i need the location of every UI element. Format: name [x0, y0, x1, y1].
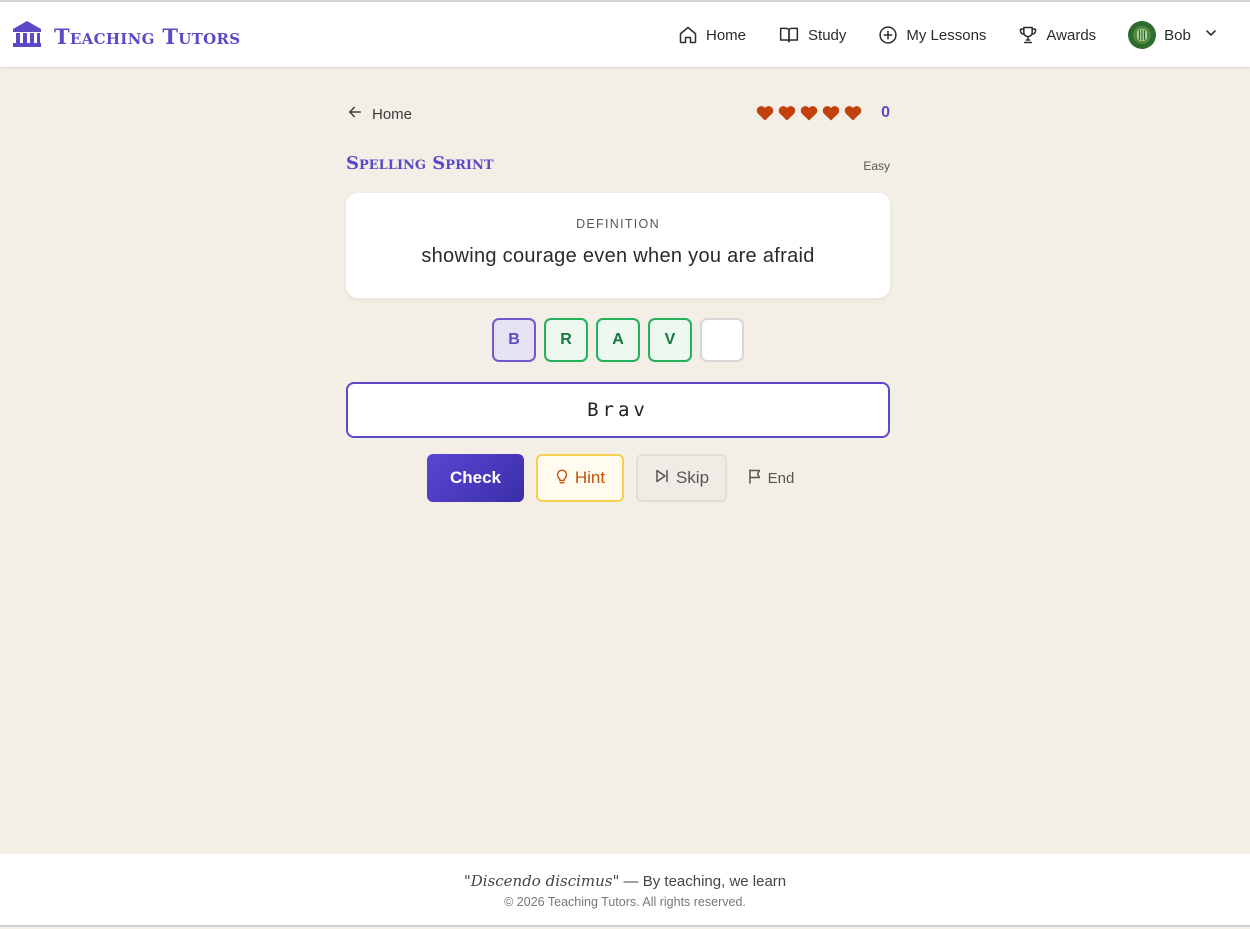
footer-motto: "Discendo discimus" — By teaching, we le… [0, 872, 1250, 890]
letter-tile: R [544, 318, 588, 362]
hint-label: Hint [574, 468, 606, 487]
heart-icon [822, 105, 840, 126]
nav-item-label: My Lessons [906, 26, 987, 44]
footer: "Discendo discimus" — By teaching, we le… [0, 854, 1250, 927]
skip-button[interactable]: Skip [636, 454, 727, 502]
letter-tile: V [648, 318, 692, 362]
copyright: © 2026 Teaching Tutors. All rights reser… [504, 895, 746, 909]
book-open-icon [778, 25, 800, 45]
lives [756, 105, 862, 126]
nav-item-home[interactable]: Home [678, 25, 746, 45]
difficulty-label: Easy [863, 159, 890, 173]
nav-item-label: Home [706, 26, 747, 44]
flag-icon [748, 468, 762, 488]
main-nav: Home Study My Lessons Awards Bob [678, 19, 1217, 51]
heart-icon [844, 105, 862, 126]
skip-label: Skip [675, 468, 710, 487]
bank-icon [12, 20, 42, 53]
avatar [1128, 21, 1157, 49]
nav-item-awards[interactable]: Awards [1018, 25, 1096, 45]
letter-tiles: B R A V [492, 318, 744, 362]
nav-item-study[interactable]: Study [778, 25, 846, 45]
user-name: Bob [1164, 26, 1191, 44]
letter-tile: B [492, 318, 536, 362]
lightbulb-icon [555, 468, 569, 489]
nav-item-my-lessons[interactable]: My Lessons [878, 25, 986, 45]
letter-tile [700, 318, 744, 362]
arrow-left-icon [346, 103, 364, 125]
score: 0 [881, 104, 890, 121]
motto-translation: — By teaching, we learn [619, 873, 787, 890]
end-label: End [767, 469, 795, 487]
motto-latin: "Discendo discimus" [463, 872, 620, 890]
chevron-down-icon [1205, 26, 1217, 44]
letter-tile: A [596, 318, 640, 362]
action-buttons: Check Hint Skip End [427, 454, 801, 502]
brand-logo[interactable]: Teaching Tutors [12, 20, 240, 53]
definition-text: showing courage even when you are afraid [421, 245, 815, 267]
heart-icon [800, 105, 818, 126]
hint-button[interactable]: Hint [536, 454, 624, 502]
nav-item-label: Awards [1046, 26, 1097, 44]
end-button[interactable]: End [741, 454, 801, 502]
navbar: Teaching Tutors Home Study My Lessons Aw… [0, 2, 1250, 68]
answer-input[interactable] [346, 382, 890, 438]
check-button[interactable]: Check [427, 454, 524, 502]
plus-circle-icon [878, 25, 898, 45]
skip-forward-icon [654, 468, 670, 489]
trophy-icon [1018, 25, 1038, 45]
back-link[interactable]: Home [346, 103, 412, 125]
definition-card: DEFINITION showing courage even when you… [346, 193, 890, 298]
brand-name: Teaching Tutors [54, 24, 241, 49]
home-icon [678, 25, 698, 45]
definition-label: DEFINITION [576, 217, 660, 231]
heart-icon [778, 105, 796, 126]
user-menu[interactable]: Bob [1128, 21, 1217, 49]
back-label: Home [372, 105, 413, 123]
game-title: Spelling Sprint [346, 153, 494, 174]
heart-icon [756, 105, 774, 126]
nav-item-label: Study [808, 26, 847, 44]
